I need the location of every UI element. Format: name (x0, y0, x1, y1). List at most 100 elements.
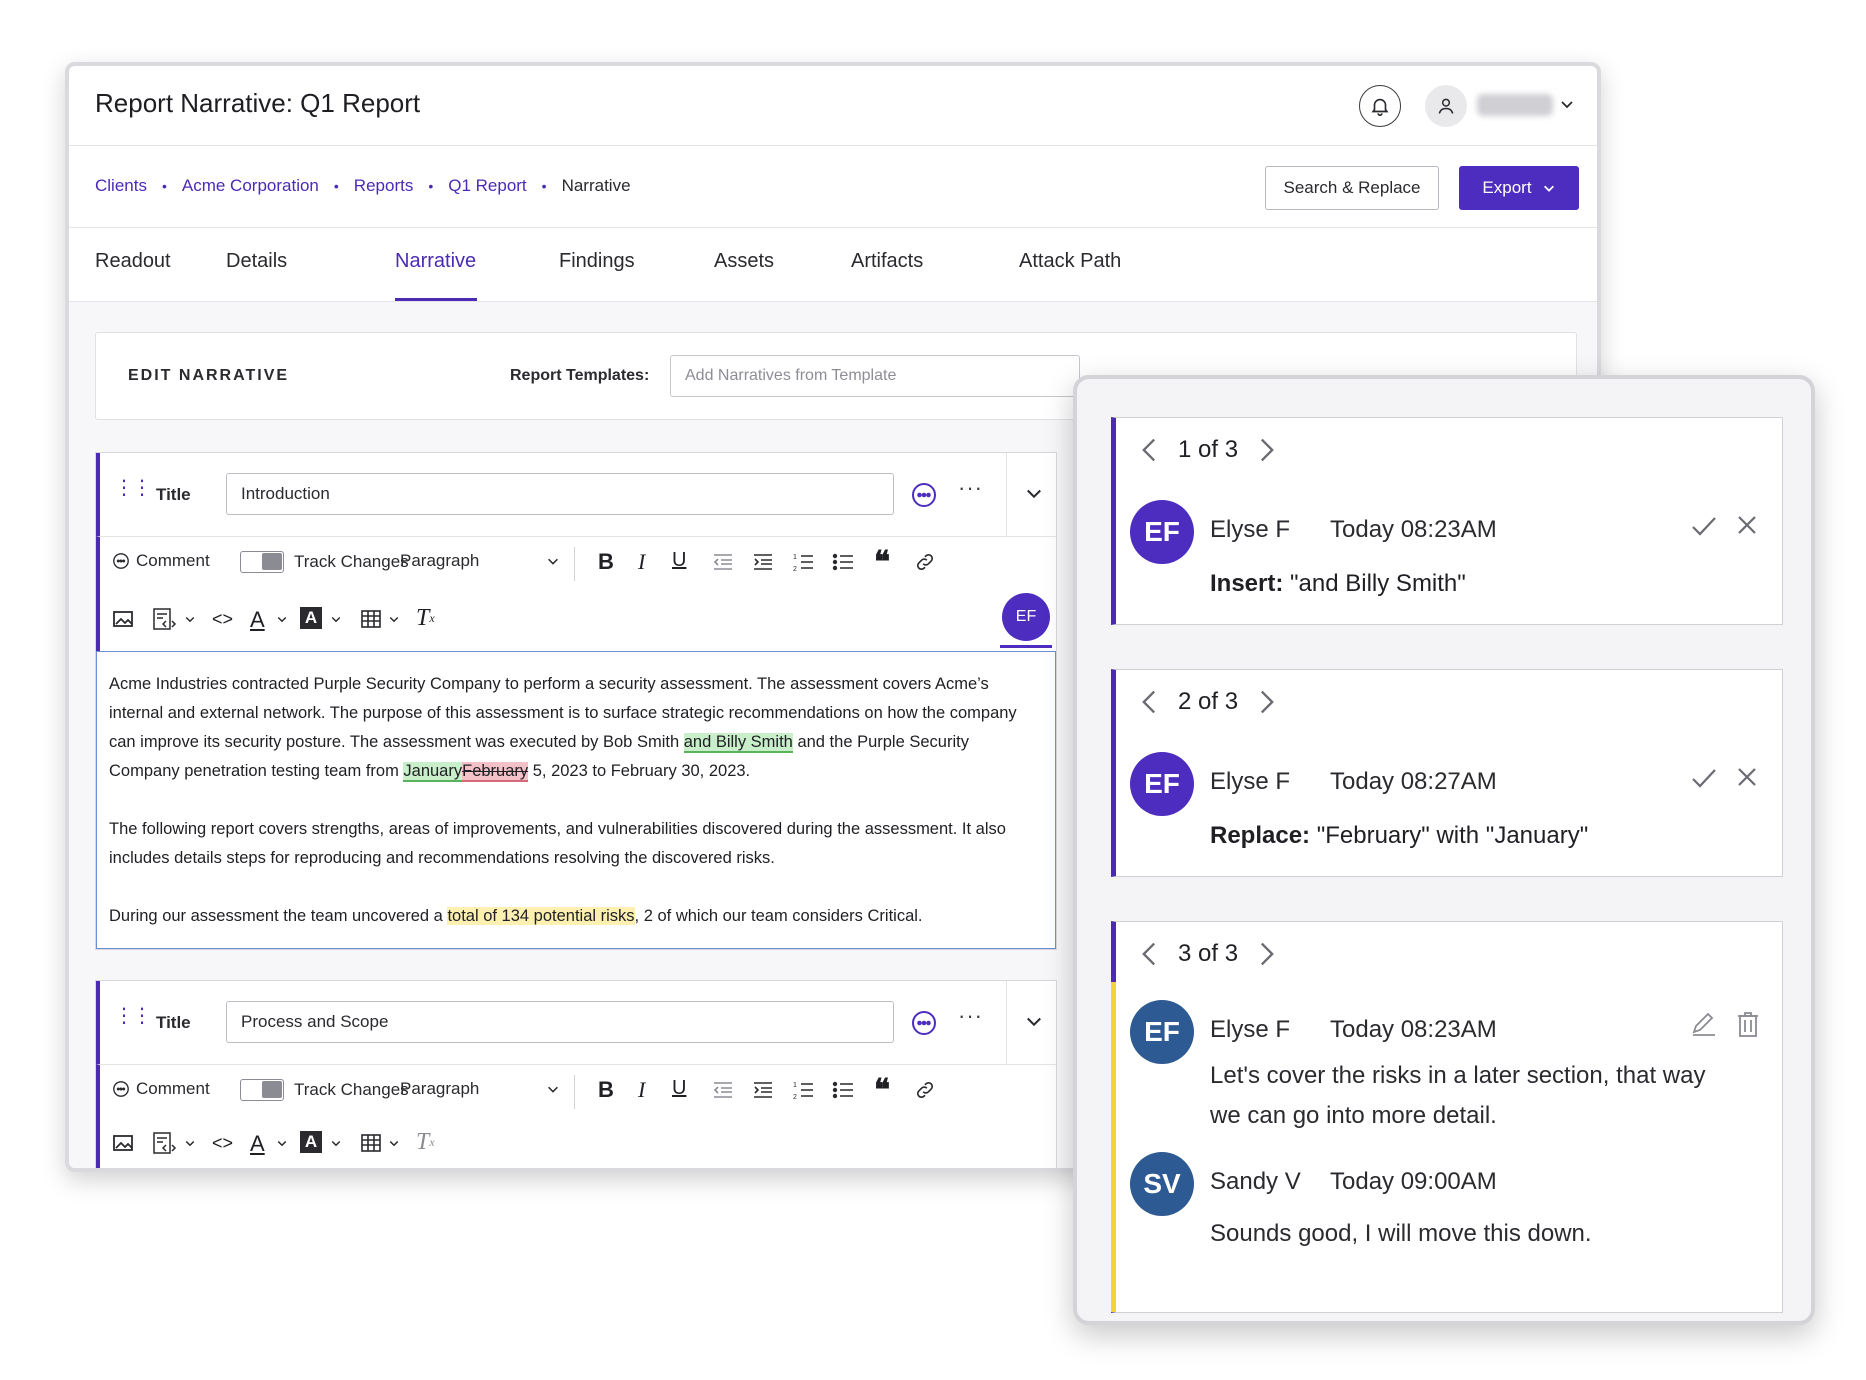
tab-attack-path[interactable]: Attack Path (1019, 250, 1121, 273)
timestamp: Today 08:27AM (1330, 768, 1497, 795)
highlight-color-icon[interactable]: A (300, 607, 322, 629)
chevron-down-icon[interactable] (1024, 483, 1044, 503)
drag-handle-icon[interactable]: ⋮⋮ (114, 1006, 152, 1026)
tracked-deletion[interactable]: February (462, 762, 529, 782)
image-icon[interactable] (112, 1133, 134, 1153)
avatar[interactable] (1425, 85, 1467, 127)
table-icon[interactable] (360, 1133, 382, 1153)
chevron-down-icon[interactable] (388, 1137, 400, 1149)
chevron-down-icon[interactable] (388, 613, 400, 625)
edit-pencil-icon[interactable] (1690, 1010, 1718, 1038)
chevron-down-icon[interactable] (184, 1137, 196, 1149)
chevron-down-icon[interactable] (330, 613, 342, 625)
chevron-down-icon[interactable] (276, 1137, 288, 1149)
chevron-left-icon[interactable] (1140, 941, 1158, 967)
code-icon[interactable]: <> (212, 1133, 233, 1154)
quote-icon[interactable]: ❝ (874, 545, 890, 580)
tab-narrative[interactable]: Narrative (395, 250, 476, 273)
tab-readout[interactable]: Readout (95, 250, 171, 273)
notifications-button[interactable] (1359, 85, 1401, 127)
tab-assets[interactable]: Assets (714, 250, 774, 273)
template-insert-icon[interactable] (152, 1131, 178, 1157)
chevron-right-icon[interactable] (1258, 437, 1276, 463)
toolbar-divider (574, 547, 575, 581)
italic-icon[interactable]: I (638, 549, 645, 575)
tracked-insert[interactable]: and Billy Smith (683, 733, 793, 753)
export-button[interactable]: Export (1459, 166, 1579, 210)
chevron-down-icon[interactable] (330, 1137, 342, 1149)
paragraph-select[interactable]: Paragraph (400, 1079, 560, 1099)
comment-bubble-icon[interactable] (910, 481, 938, 509)
search-replace-button[interactable]: Search & Replace (1265, 166, 1439, 210)
image-icon[interactable] (112, 609, 134, 629)
template-input[interactable]: Add Narratives from Template (670, 355, 1080, 397)
comment-button[interactable]: Comment (112, 551, 210, 571)
tracked-change-card: 2 of 3 EF Elyse F Today 08:27AM Replace:… (1111, 669, 1783, 877)
report-templates-label: Report Templates: (510, 367, 650, 384)
numbered-list-icon[interactable]: 12 (792, 1079, 814, 1101)
track-changes-toggle[interactable]: Track Changes (240, 1079, 409, 1101)
section-title-input[interactable]: Process and Scope (226, 1001, 894, 1043)
breadcrumb-clients[interactable]: Clients (95, 176, 147, 196)
numbered-list-icon[interactable]: 12 (792, 551, 814, 573)
text-color-icon[interactable]: A (250, 607, 265, 633)
clear-format-icon[interactable]: Tx (416, 1129, 435, 1156)
chevron-down-icon[interactable] (184, 613, 196, 625)
breadcrumb-acme[interactable]: Acme Corporation (182, 176, 319, 196)
bold-icon[interactable]: B (598, 549, 614, 575)
link-icon[interactable] (914, 1079, 936, 1101)
chevron-down-icon[interactable] (276, 613, 288, 625)
tab-findings[interactable]: Findings (559, 250, 635, 273)
top-bar: Report Narrative: Q1 Report (69, 66, 1597, 146)
toggle-switch[interactable] (240, 1079, 284, 1101)
tab-artifacts[interactable]: Artifacts (851, 250, 923, 273)
accept-check-icon[interactable] (1690, 766, 1718, 790)
breadcrumb-separator: • (161, 178, 167, 194)
commented-text[interactable]: total of 134 potential risks (447, 907, 635, 925)
outdent-icon[interactable] (712, 1080, 734, 1100)
text-color-icon[interactable]: A (250, 1131, 265, 1157)
indent-icon[interactable] (752, 1080, 774, 1100)
more-options-icon[interactable]: ··· (958, 1005, 983, 1027)
comment-bubble-icon[interactable] (910, 1009, 938, 1037)
template-insert-icon[interactable] (152, 607, 178, 633)
underline-icon[interactable]: U (672, 549, 686, 572)
chevron-right-icon[interactable] (1258, 689, 1276, 715)
reject-close-icon[interactable] (1736, 766, 1758, 788)
chevron-left-icon[interactable] (1140, 689, 1158, 715)
chevron-down-icon[interactable] (1559, 96, 1575, 112)
italic-icon[interactable]: I (638, 1077, 645, 1103)
paragraph-select[interactable]: Paragraph (400, 551, 560, 571)
quote-icon[interactable]: ❝ (874, 1073, 890, 1108)
breadcrumb-reports[interactable]: Reports (354, 176, 414, 196)
toggle-switch[interactable] (240, 551, 284, 573)
more-options-icon[interactable]: ··· (958, 477, 983, 499)
tracked-insert[interactable]: January (403, 762, 463, 782)
tab-details[interactable]: Details (226, 250, 287, 273)
avatar[interactable]: EF (1002, 593, 1050, 641)
bullet-list-icon[interactable] (832, 551, 854, 573)
section-title-input[interactable]: Introduction (226, 473, 894, 515)
chevron-right-icon[interactable] (1258, 941, 1276, 967)
paragraph: The following report covers strengths, a… (109, 820, 1006, 867)
outdent-icon[interactable] (712, 552, 734, 572)
highlight-color-icon[interactable]: A (300, 1131, 322, 1153)
link-icon[interactable] (914, 551, 936, 573)
drag-handle-icon[interactable]: ⋮⋮ (114, 478, 152, 498)
chevron-down-icon[interactable] (1024, 1011, 1044, 1031)
clear-format-icon[interactable]: Tx (416, 605, 435, 632)
underline-icon[interactable]: U (672, 1077, 686, 1100)
bold-icon[interactable]: B (598, 1077, 614, 1103)
breadcrumb-q1-report[interactable]: Q1 Report (448, 176, 526, 196)
table-icon[interactable] (360, 609, 382, 629)
comment-button[interactable]: Comment (112, 1079, 210, 1099)
chevron-left-icon[interactable] (1140, 437, 1158, 463)
reject-close-icon[interactable] (1736, 514, 1758, 536)
code-icon[interactable]: <> (212, 609, 233, 630)
bullet-list-icon[interactable] (832, 1079, 854, 1101)
indent-icon[interactable] (752, 552, 774, 572)
accept-check-icon[interactable] (1690, 514, 1718, 538)
rich-text-editor[interactable]: Acme Industries contracted Purple Securi… (96, 651, 1056, 949)
track-changes-toggle[interactable]: Track Changes (240, 551, 409, 573)
trash-icon[interactable] (1736, 1010, 1760, 1038)
